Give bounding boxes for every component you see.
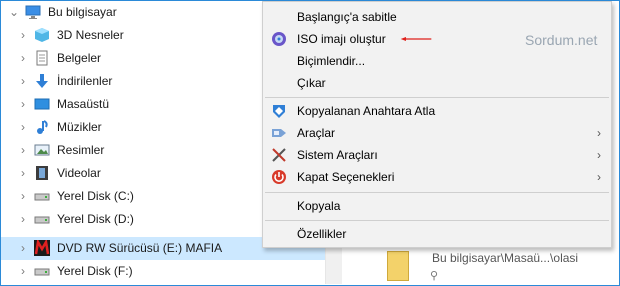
menu-item-system-tools[interactable]: Sistem Araçları › xyxy=(263,144,611,166)
drive-icon xyxy=(34,193,50,201)
menu-item-tools[interactable]: Araçlar › xyxy=(263,122,611,144)
pin-icon: ⚲ xyxy=(430,270,439,282)
menu-separator xyxy=(265,192,609,193)
chevron-right-icon[interactable]: › xyxy=(17,213,29,225)
chevron-down-icon[interactable]: ⌄ xyxy=(8,6,20,18)
menu-item-properties[interactable]: Özellikler xyxy=(263,223,611,245)
menu-item-label: Başlangıç'a sabitle xyxy=(297,10,397,24)
menu-item-label: Biçimlendir... xyxy=(297,54,366,68)
menu-item-label: Kapat Seçenekleri xyxy=(297,170,395,184)
chevron-right-icon[interactable]: › xyxy=(17,190,29,202)
tree-label: Masaüstü xyxy=(57,97,110,111)
chevron-right-icon[interactable]: › xyxy=(17,144,29,156)
tree-label-this-pc: Bu bilgisayar xyxy=(48,5,117,19)
menu-item-label: Çıkar xyxy=(297,76,326,90)
chevron-right-icon[interactable]: › xyxy=(17,265,29,277)
menu-item-format[interactable]: Biçimlendir... xyxy=(263,50,611,72)
menu-item-label: Sistem Araçları xyxy=(297,148,378,162)
tools-icon xyxy=(272,129,286,137)
tree-label: Resimler xyxy=(57,143,105,157)
tree-label: Yerel Disk (D:) xyxy=(57,212,134,226)
chevron-right-icon[interactable]: › xyxy=(17,75,29,87)
submenu-arrow-icon: › xyxy=(597,170,601,184)
content-path-text: Bu bilgisayar\Masaü...\olasi xyxy=(432,251,579,265)
pictures-icon xyxy=(34,144,50,156)
power-icon xyxy=(272,170,286,184)
menu-item-pin-start[interactable]: Başlangıç'a sabitle xyxy=(263,6,611,28)
3d-objects-icon xyxy=(35,28,49,42)
submenu-arrow-icon: › xyxy=(597,148,601,162)
tree-label: İndirilenler xyxy=(57,74,113,88)
tree-label: Yerel Disk (C:) xyxy=(57,189,134,203)
desktop-icon xyxy=(34,98,50,110)
chevron-right-icon[interactable]: › xyxy=(17,29,29,41)
keyfolder-icon xyxy=(273,105,285,118)
iso-maker-icon xyxy=(272,32,286,46)
chevron-right-icon[interactable]: › xyxy=(17,242,29,254)
red-arrow-annotation xyxy=(400,37,432,41)
downloads-icon xyxy=(36,74,48,88)
tree-item-drive-f[interactable]: › Yerel Disk (F:) xyxy=(1,260,325,283)
menu-separator xyxy=(265,220,609,221)
menu-item-copy[interactable]: Kopyala xyxy=(263,195,611,217)
menu-item-eject[interactable]: Çıkar xyxy=(263,72,611,94)
menu-item-label: Özellikler xyxy=(297,227,347,241)
chevron-right-icon[interactable]: › xyxy=(17,52,29,64)
menu-item-keyfolder[interactable]: Kopyalanan Anahtara Atla xyxy=(263,100,611,122)
chevron-right-icon[interactable]: › xyxy=(17,167,29,179)
menu-separator xyxy=(265,97,609,98)
menu-item-shutdown-options[interactable]: Kapat Seçenekleri › xyxy=(263,166,611,188)
tree-label: Yerel Disk (F:) xyxy=(57,264,133,278)
documents-icon xyxy=(36,50,48,66)
menu-item-label: Araçlar xyxy=(297,126,336,140)
computer-icon xyxy=(25,5,41,19)
tree-label: Müzikler xyxy=(57,120,102,134)
tree-label: Belgeler xyxy=(57,51,102,65)
tree-label: Videolar xyxy=(57,166,101,180)
chevron-right-icon[interactable]: › xyxy=(17,98,29,110)
system-tools-icon xyxy=(272,148,286,162)
menu-item-label: Kopyalanan Anahtara Atla xyxy=(297,104,436,118)
chevron-right-icon[interactable]: › xyxy=(17,121,29,133)
tree-label: DVD RW Sürücüsü (E:) MAFIA xyxy=(57,241,223,255)
submenu-arrow-icon: › xyxy=(597,126,601,140)
music-icon xyxy=(37,120,48,134)
dvd-drive-icon xyxy=(34,240,50,256)
menu-item-label: Kopyala xyxy=(297,199,341,213)
videos-icon xyxy=(36,166,48,180)
drive-icon xyxy=(34,216,50,224)
menu-item-label: ISO imajı oluştur xyxy=(297,32,386,46)
drive-icon xyxy=(34,268,50,276)
tree-label: 3D Nesneler xyxy=(57,28,124,42)
watermark-text: Sordum.net xyxy=(525,32,598,48)
folder-icon[interactable] xyxy=(387,251,409,281)
